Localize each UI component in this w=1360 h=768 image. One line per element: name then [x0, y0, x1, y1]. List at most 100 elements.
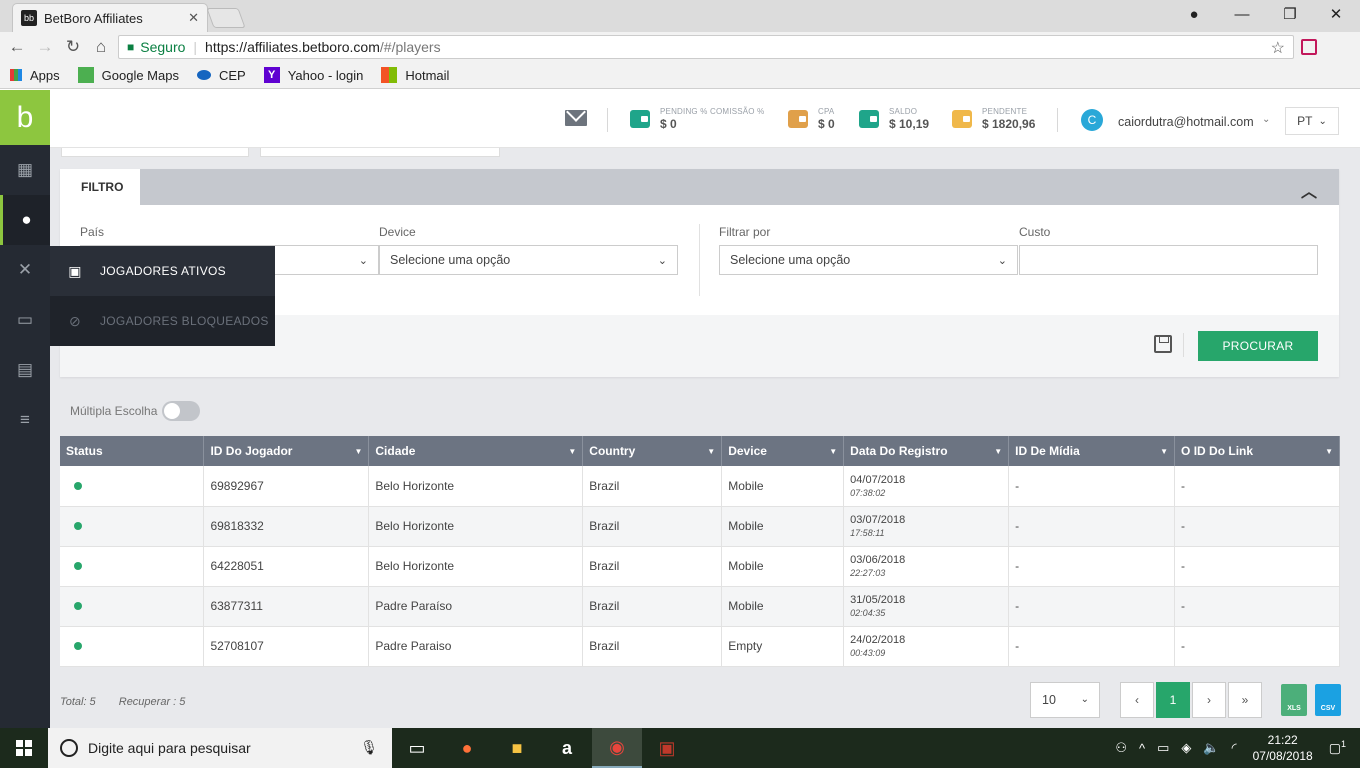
- export-xls-button[interactable]: XLS: [1281, 684, 1307, 716]
- chevron-up-icon[interactable]: ︿: [1301, 178, 1317, 202]
- link-id-cell: -: [1174, 506, 1340, 547]
- bookmark-yahoo[interactable]: Y Yahoo - login: [263, 67, 363, 83]
- page-1-button[interactable]: 1: [1156, 682, 1190, 718]
- filter-menu-icon[interactable]: ≡: [0, 395, 50, 445]
- column-header-status[interactable]: Status: [60, 436, 205, 466]
- time-value: 17:58:11: [850, 528, 885, 538]
- microphone-icon[interactable]: 🎙: [360, 739, 378, 756]
- column-header-city[interactable]: Cidade ▼: [368, 436, 584, 466]
- amazon-icon[interactable]: a: [542, 728, 592, 768]
- security-icon[interactable]: ◈: [1181, 740, 1191, 756]
- taskbar-clock[interactable]: 21:22 07/08/2018: [1253, 732, 1313, 764]
- bookmark-cep[interactable]: CEP: [196, 68, 246, 83]
- reports-icon[interactable]: ▤: [0, 345, 50, 395]
- table-row[interactable]: 64228051 Belo Horizonte Brazil Mobile 03…: [60, 546, 1340, 587]
- link-id-cell: -: [1174, 586, 1340, 627]
- players-icon[interactable]: ●: [0, 195, 50, 245]
- maximize-icon[interactable]: ❐: [1266, 0, 1314, 28]
- sort-caret-icon[interactable]: ▼: [707, 447, 715, 456]
- language-select[interactable]: PT ⌄: [1285, 107, 1339, 135]
- submenu-active-players[interactable]: ▣ JOGADORES ATIVOS: [50, 246, 275, 296]
- sort-caret-icon[interactable]: ▼: [354, 447, 362, 456]
- tab-close-icon[interactable]: ✕: [188, 10, 199, 26]
- save-icon[interactable]: [1154, 335, 1172, 353]
- battery-icon[interactable]: ▭: [1157, 740, 1169, 756]
- profile-icon[interactable]: ●: [1170, 0, 1218, 28]
- wifi-icon[interactable]: ◜: [1232, 740, 1237, 756]
- partial-input[interactable]: [260, 148, 500, 157]
- bookmark-hotmail[interactable]: Hotmail: [381, 67, 449, 83]
- sort-caret-icon[interactable]: ▼: [568, 447, 576, 456]
- sort-caret-icon[interactable]: ▼: [1160, 447, 1168, 456]
- address-bar[interactable]: ■ Seguro | https://affiliates.betboro.co…: [118, 35, 1294, 59]
- chevron-down-icon[interactable]: ⌄: [1262, 114, 1270, 125]
- taskbar-search[interactable]: Digite aqui para pesquisar 🎙: [48, 728, 392, 768]
- window-close-icon[interactable]: ✕: [1312, 0, 1360, 28]
- tab-filtro[interactable]: FILTRO: [60, 169, 140, 205]
- country-cell: Brazil: [582, 506, 723, 547]
- bookmark-google-maps[interactable]: Google Maps: [77, 67, 179, 83]
- notifications-icon[interactable]: ▢1: [1329, 739, 1346, 756]
- last-page-button[interactable]: »: [1228, 682, 1262, 718]
- status-active-dot: [74, 602, 82, 610]
- chevron-down-icon: ⌄: [1080, 694, 1089, 705]
- windows-start-button[interactable]: [0, 728, 48, 768]
- partial-input[interactable]: [61, 148, 249, 157]
- people-icon[interactable]: ⚇: [1115, 740, 1127, 756]
- column-header-device[interactable]: Device ▼: [721, 436, 845, 466]
- chrome-icon[interactable]: ◉: [592, 728, 642, 768]
- reload-icon[interactable]: ↻: [62, 36, 84, 58]
- stat-label: PENDENTE: [982, 107, 1028, 116]
- prev-page-button[interactable]: ‹: [1120, 682, 1154, 718]
- file-explorer-icon[interactable]: ■: [492, 728, 542, 768]
- submenu-blocked-players[interactable]: ⊘ JOGADORES BLOQUEADOS: [50, 296, 275, 346]
- table-row[interactable]: 69892967 Belo Horizonte Brazil Mobile 04…: [60, 466, 1340, 507]
- media-id-cell: -: [1008, 466, 1176, 507]
- app-package-icon[interactable]: ▣: [642, 728, 692, 768]
- filtrar-select[interactable]: Selecione uma opção ⌄: [719, 245, 1018, 275]
- home-icon[interactable]: ⌂: [90, 36, 112, 58]
- bookmark-star-icon[interactable]: ☆: [1271, 38, 1285, 58]
- tools-icon[interactable]: ✕: [0, 245, 50, 295]
- sort-caret-icon[interactable]: ▼: [1325, 447, 1333, 456]
- browser-tabbar: bb BetBoro Affiliates ✕ ● — ❐ ✕: [0, 0, 1360, 32]
- payments-icon[interactable]: ▭: [0, 295, 50, 345]
- browser-tab[interactable]: bb BetBoro Affiliates ✕: [12, 3, 208, 32]
- betboro-logo[interactable]: b: [0, 90, 50, 145]
- column-label: Country: [589, 444, 636, 458]
- registration-date-cell: 03/06/2018 22:27:03: [843, 546, 1010, 587]
- new-tab-button[interactable]: [206, 8, 246, 28]
- firefox-icon[interactable]: ●: [442, 728, 492, 768]
- url-path: /#/players: [379, 39, 441, 55]
- table-row[interactable]: 69818332 Belo Horizonte Brazil Mobile 03…: [60, 506, 1340, 547]
- page-size-select[interactable]: 10 ⌄: [1030, 682, 1100, 718]
- back-arrow-icon[interactable]: ←: [6, 36, 28, 58]
- column-header-player-id[interactable]: ID Do Jogador ▼: [203, 436, 370, 466]
- mail-icon[interactable]: [565, 110, 587, 126]
- volume-icon[interactable]: 🔈: [1203, 740, 1219, 756]
- next-page-button[interactable]: ›: [1192, 682, 1226, 718]
- avatar[interactable]: C: [1081, 109, 1103, 131]
- task-view-icon[interactable]: ▭: [392, 728, 442, 768]
- user-email[interactable]: caiordutra@hotmail.com: [1118, 115, 1254, 129]
- sort-caret-icon[interactable]: ▼: [829, 447, 837, 456]
- device-select[interactable]: Selecione uma opção ⌄: [379, 245, 678, 275]
- column-header-registration-date[interactable]: Data Do Registro ▼: [843, 436, 1010, 466]
- column-label: Device: [728, 444, 767, 458]
- bookmark-apps[interactable]: Apps: [10, 68, 60, 83]
- extension-icon[interactable]: [1301, 39, 1317, 55]
- sort-caret-icon[interactable]: ▼: [994, 447, 1002, 456]
- table-row[interactable]: 52708107 Padre Paraiso Brazil Empty 24/0…: [60, 626, 1340, 667]
- column-header-country[interactable]: Country ▼: [582, 436, 723, 466]
- export-csv-button[interactable]: CSV: [1315, 684, 1341, 716]
- column-header-link-id[interactable]: O ID Do Link ▼: [1174, 436, 1340, 466]
- forward-arrow-icon[interactable]: →: [34, 36, 56, 58]
- table-row[interactable]: 63877311 Padre Paraíso Brazil Mobile 31/…: [60, 586, 1340, 627]
- column-header-media-id[interactable]: ID De Mídia ▼: [1008, 436, 1176, 466]
- multi-select-toggle[interactable]: [162, 401, 201, 421]
- dashboard-icon[interactable]: ▦: [0, 145, 50, 195]
- minimize-icon[interactable]: —: [1218, 0, 1266, 28]
- procurar-button[interactable]: PROCURAR: [1198, 331, 1318, 361]
- custo-input[interactable]: [1019, 245, 1318, 275]
- chevron-up-icon[interactable]: ^: [1139, 741, 1145, 756]
